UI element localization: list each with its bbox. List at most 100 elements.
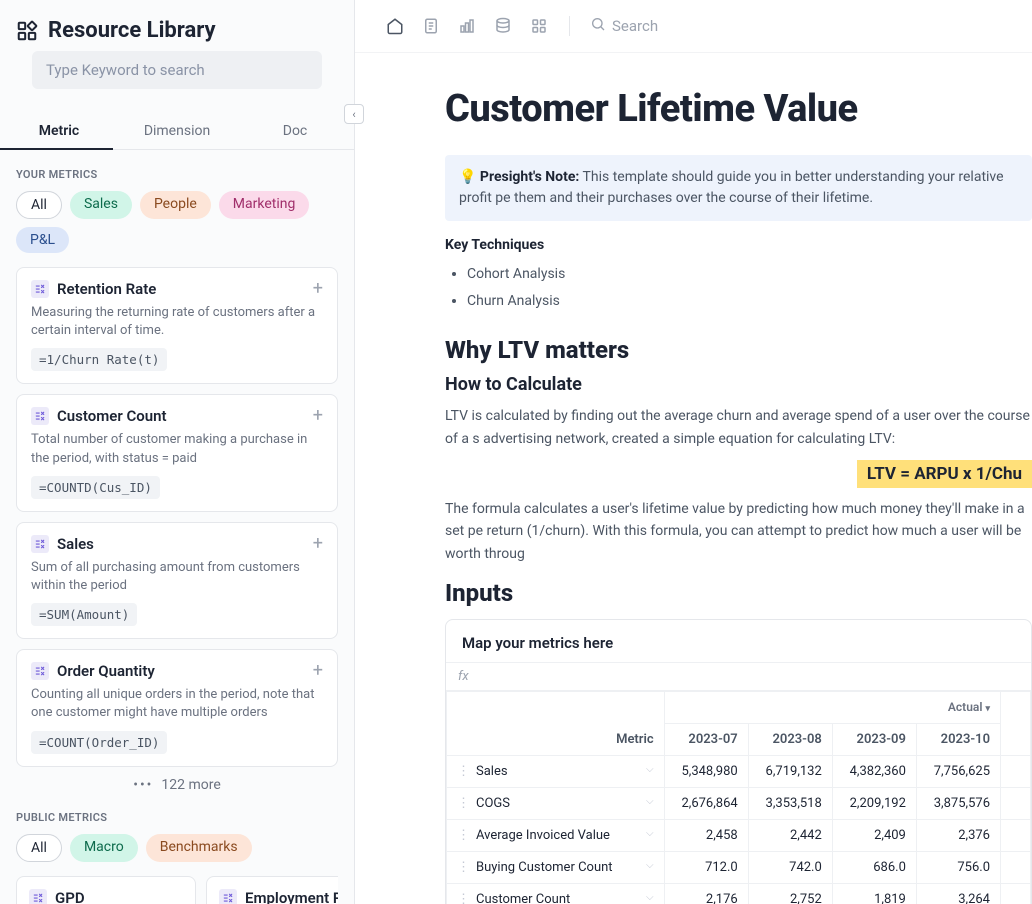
formula-highlight: LTV = ARPU x 1/Chu [445, 464, 1032, 484]
cell-value[interactable]: 6,719,132 [748, 756, 832, 788]
list-item: Churn Analysis [467, 288, 1032, 315]
sidebar-search-input[interactable]: Type Keyword to search [32, 51, 322, 89]
metric-description: Counting all unique orders in the period… [31, 686, 323, 722]
metric-formula: =SUM(Amount) [31, 603, 137, 626]
chip-public-all[interactable]: All [16, 834, 62, 862]
formula-bar[interactable]: fx [446, 662, 1031, 691]
dots-icon: ••• [133, 777, 153, 793]
cell-value[interactable]: 2,209,192 [832, 788, 916, 820]
drag-handle-icon[interactable]: ⋮ [457, 796, 470, 811]
main-content: Search Customer Lifetime Value 💡 Presigh… [355, 0, 1032, 904]
cell-value[interactable]: 2,176 [664, 884, 748, 904]
tab-dimension[interactable]: Dimension [118, 113, 236, 149]
add-metric-button[interactable]: + [313, 407, 323, 425]
chevron-down-icon[interactable]: ⌵ [646, 828, 654, 839]
add-metric-button[interactable]: + [313, 535, 323, 553]
apps-icon[interactable] [529, 16, 549, 36]
metric-card[interactable]: Order Quantity+Counting all unique order… [16, 649, 338, 766]
row-label[interactable]: ⋮Customer Count⌵ [447, 884, 665, 904]
metric-icon [219, 889, 237, 904]
cell-value[interactable]: 686.0 [832, 852, 916, 884]
cell-value[interactable]: 7,756,625 [916, 756, 1000, 788]
metric-name: Sales [57, 535, 305, 553]
table-row: ⋮Average Invoiced Value⌵2,4582,4422,4092… [447, 820, 1031, 852]
chip-sales[interactable]: Sales [70, 191, 132, 219]
chip-benchmarks[interactable]: Benchmarks [146, 834, 252, 862]
collapse-sidebar-button[interactable]: ‹ [344, 104, 364, 124]
metric-icon [29, 889, 47, 904]
table-row: ⋮Customer Count⌵2,1762,7521,8193,264 [447, 884, 1031, 904]
chip-macro[interactable]: Macro [70, 834, 138, 862]
chevron-down-icon[interactable]: ⌵ [646, 796, 654, 807]
metric-card[interactable]: Employment RaMeasuring the returning rat… [206, 876, 338, 904]
cell-value[interactable]: 3,264 [916, 884, 1000, 904]
cell-value[interactable]: 2,442 [748, 820, 832, 852]
table-row: ⋮Buying Customer Count⌵712.0742.0686.075… [447, 852, 1031, 884]
metric-name: Retention Rate [57, 280, 305, 298]
cell-value[interactable]: 3,353,518 [748, 788, 832, 820]
more-metrics[interactable]: ••• 122 more [16, 777, 338, 793]
actual-header[interactable]: Actual▾ [664, 692, 1000, 724]
metric-card[interactable]: Sales + Sum of all purchasing amount from … [16, 522, 338, 639]
drag-handle-icon[interactable]: ⋮ [457, 764, 470, 779]
chevron-down-icon[interactable]: ⌵ [646, 860, 654, 871]
metric-name: Customer Count [57, 407, 305, 425]
cell-value[interactable]: 2,458 [664, 820, 748, 852]
cell-value[interactable]: 2,676,864 [664, 788, 748, 820]
cell-value[interactable]: 3,875,576 [916, 788, 1000, 820]
metric-card[interactable]: Customer Count+Total number of customer … [16, 394, 338, 511]
row-label[interactable]: ⋮Buying Customer Count⌵ [447, 852, 665, 884]
inputs-widget: Map your metrics here fx Metric Actual▾ … [445, 619, 1032, 904]
cell-value[interactable]: 2,752 [748, 884, 832, 904]
period-header: 2023-10 [916, 724, 1000, 756]
cell-value[interactable]: 2,376 [916, 820, 1000, 852]
cell-value[interactable]: 712.0 [664, 852, 748, 884]
chip-people[interactable]: People [140, 191, 211, 219]
chip-all[interactable]: All [16, 191, 62, 219]
chevron-down-icon[interactable]: ⌵ [646, 764, 654, 775]
period-header: 2023-09 [832, 724, 916, 756]
cell-value[interactable]: 742.0 [748, 852, 832, 884]
chip-marketing[interactable]: Marketing [219, 191, 310, 219]
row-label[interactable]: ⋮Sales⌵ [447, 756, 665, 788]
document-icon[interactable] [421, 16, 441, 36]
metric-icon [31, 662, 49, 680]
drag-handle-icon[interactable]: ⋮ [457, 892, 470, 904]
sidebar: Resource Library Type Keyword to search … [0, 0, 355, 904]
chart-icon[interactable] [457, 16, 477, 36]
sidebar-title-text: Resource Library [48, 18, 216, 43]
metric-icon [31, 280, 49, 298]
chip-pl[interactable]: P&L [16, 227, 69, 253]
tab-doc[interactable]: Doc [236, 113, 354, 149]
tab-metric[interactable]: Metric [0, 113, 118, 149]
row-label[interactable]: ⋮COGS⌵ [447, 788, 665, 820]
drag-handle-icon[interactable]: ⋮ [457, 828, 470, 843]
note-callout: 💡 Presight's Note: This template should … [445, 155, 1032, 221]
database-icon[interactable] [493, 16, 513, 36]
cell-value[interactable]: 4,382,360 [832, 756, 916, 788]
period-header: 2023-08 [748, 724, 832, 756]
chevron-down-icon: ▾ [985, 704, 990, 714]
metric-card[interactable]: Retention Rate + Measuring the returning r… [16, 267, 338, 384]
metric-description: Sum of all purchasing amount from custom… [31, 559, 323, 595]
cell-value[interactable]: 756.0 [916, 852, 1000, 884]
add-metric-button[interactable]: + [313, 662, 323, 680]
drag-handle-icon[interactable]: ⋮ [457, 860, 470, 875]
period-header: 2023-07 [664, 724, 748, 756]
cell-value[interactable]: 1,819 [832, 884, 916, 904]
top-toolbar: Search [355, 0, 1032, 53]
home-icon[interactable] [385, 16, 405, 36]
cell-value[interactable]: 2,409 [832, 820, 916, 852]
metric-icon [31, 407, 49, 425]
add-metric-button[interactable]: + [313, 280, 323, 298]
top-search[interactable]: Search [590, 16, 658, 36]
metric-name: GPD [55, 889, 183, 904]
chevron-down-icon[interactable]: ⌵ [646, 892, 654, 903]
cell-value[interactable]: 5,348,980 [664, 756, 748, 788]
metric-description: Measuring the returning rate of customer… [31, 304, 323, 340]
row-label[interactable]: ⋮Average Invoiced Value⌵ [447, 820, 665, 852]
inputs-title: Map your metrics here [446, 620, 1031, 662]
search-icon [590, 16, 606, 36]
metric-formula: =1/Churn Rate(t) [31, 348, 167, 371]
metric-card[interactable]: GPDMeasuring the returning rate of custo… [16, 876, 196, 904]
